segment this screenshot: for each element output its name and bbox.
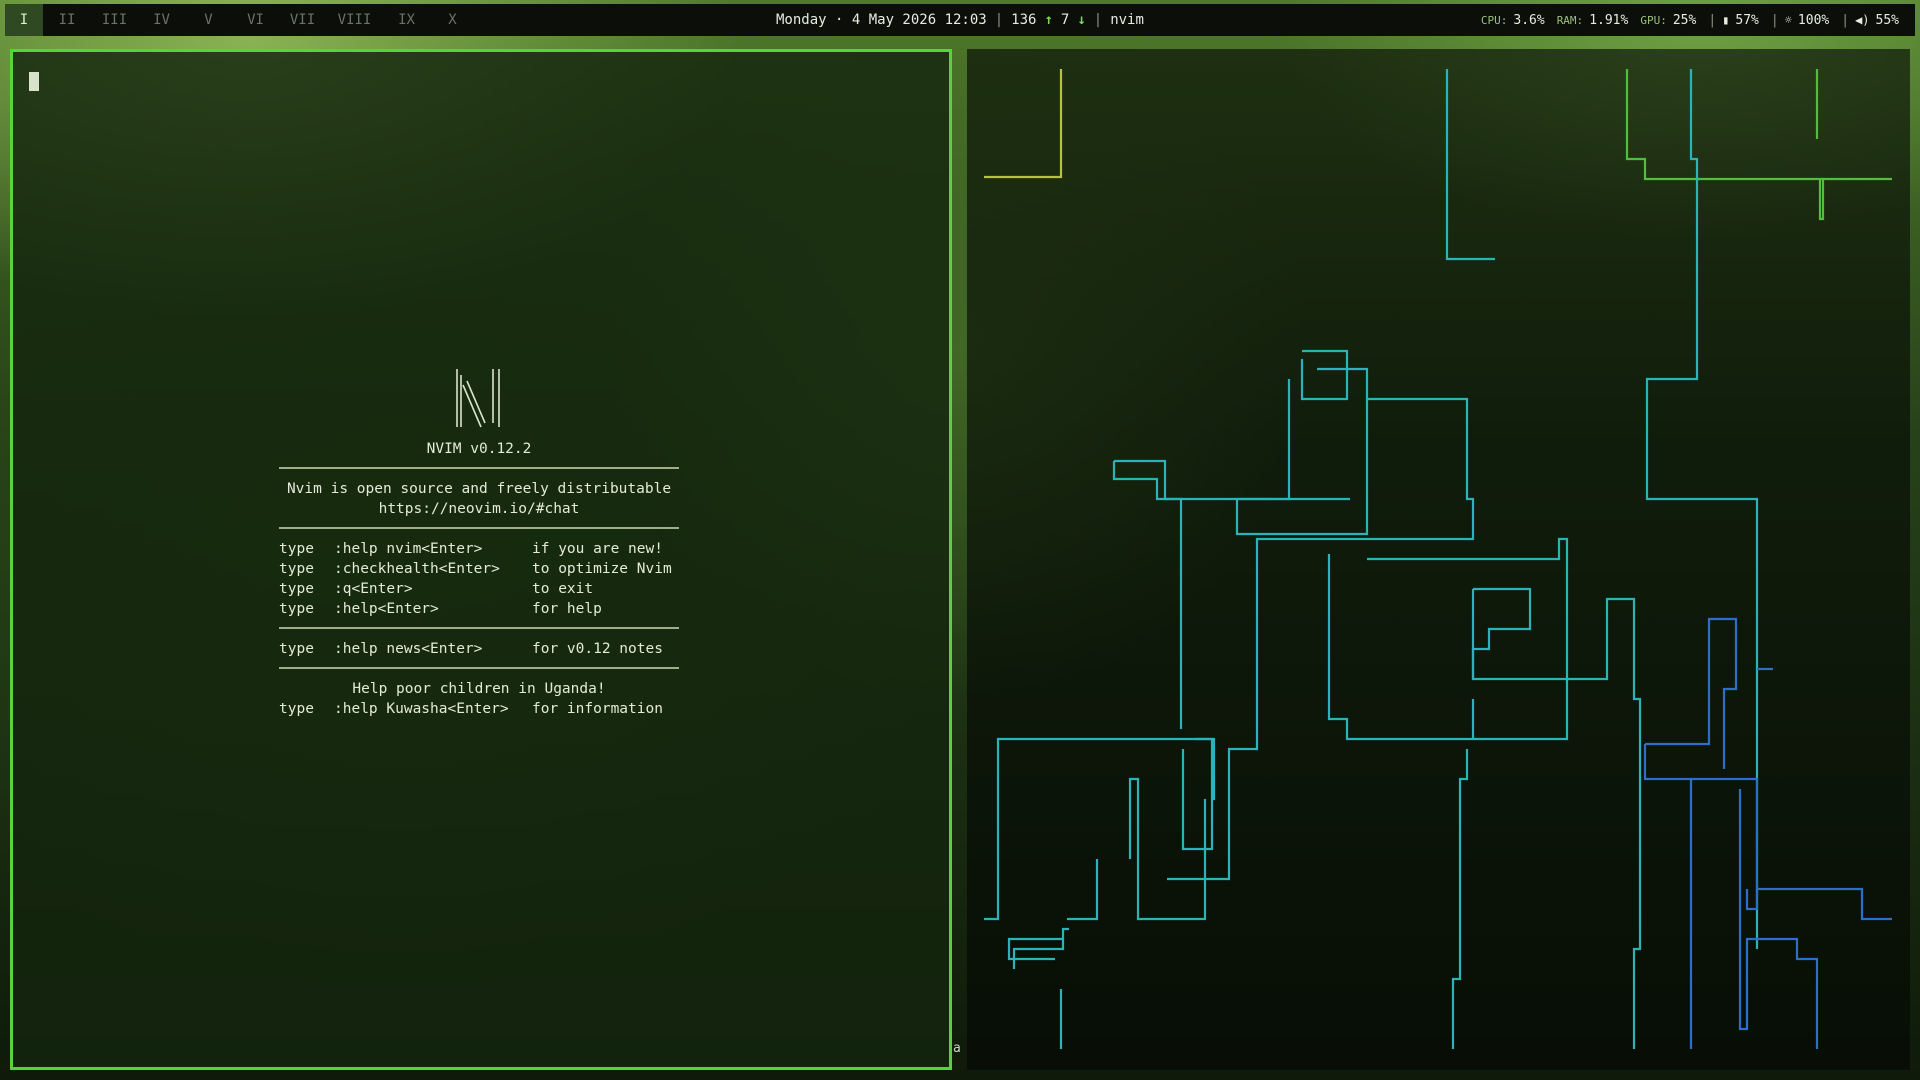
command-type: type (279, 601, 314, 617)
volume-value: 55% (1875, 12, 1899, 28)
pipe-blue (1738, 789, 1819, 1049)
system-stats: CPU: 3.6% RAM: 1.91% GPU: 25% | ▮ 57% | … (1481, 4, 1905, 36)
pipe-teal (1112, 461, 1350, 501)
battery-icon: ▮ (1722, 13, 1730, 27)
nvim-window[interactable]: NVIM v0.12.2 Nvim is open source and fre… (10, 49, 952, 1070)
uganda-notice: Help poor children in Uganda! (352, 681, 606, 697)
command-row: type :q<Enter> to exit (279, 579, 679, 599)
pipe-yellow (984, 69, 1063, 179)
divider (279, 527, 679, 529)
nvim-version: NVIM v0.12.2 (426, 441, 532, 457)
volume-icon: ◀) (1855, 13, 1870, 27)
workspace-10[interactable]: X (430, 4, 475, 36)
window-title: nvim (1110, 12, 1144, 28)
ram-value: 1.91% (1589, 12, 1629, 28)
command-row: type :checkhealth<Enter> to optimize Nvi… (279, 559, 679, 579)
neovim-logo-icon (456, 369, 500, 428)
command-type: type (279, 581, 314, 597)
workspace-9[interactable]: IX (383, 4, 430, 36)
command-row: type :help nvim<Enter> if you are new! (279, 539, 679, 559)
clock-group: Monday · 4 May 2026 12:03 | 136 ↑ 7 ↓ | … (776, 4, 1144, 36)
pipe-teal (1067, 859, 1099, 921)
command-desc: to optimize Nvim (532, 561, 672, 577)
divider (279, 627, 679, 629)
net-up-value: 136 (1011, 12, 1037, 28)
pipe-teal (1327, 537, 1569, 741)
workspace-7[interactable]: VII (279, 4, 326, 36)
command-type: type (279, 541, 314, 557)
command-text: :checkhealth<Enter> (334, 561, 500, 577)
command-desc: to exit (532, 581, 594, 597)
pipe-teal (1114, 459, 1183, 729)
command-text: :help nvim<Enter> (334, 541, 483, 557)
workspace-6[interactable]: VI (232, 4, 279, 36)
ram-label: RAM: (1556, 13, 1584, 27)
command-text: :help<Enter> (334, 601, 439, 617)
arrow-down-icon: ↓ (1077, 12, 1086, 28)
pipe-teal (1445, 69, 1495, 261)
pipe-teal (1471, 587, 1567, 681)
nvim-intro: NVIM v0.12.2 Nvim is open source and fre… (279, 367, 679, 719)
command-text: :help Kuwasha<Enter> (334, 701, 509, 717)
workspace-1[interactable]: I (5, 4, 43, 36)
separator: | (1093, 12, 1103, 28)
command-desc: for information (532, 701, 663, 717)
cpu-label: CPU: (1480, 13, 1508, 27)
workspace-3[interactable]: III (91, 4, 138, 36)
separator: | (1841, 12, 1850, 28)
command-row: type :help<Enter> for help (279, 599, 679, 619)
gpu-label: GPU: (1640, 13, 1667, 27)
cpu-value: 3.6% (1513, 12, 1545, 28)
brightness-icon: ☼ (1784, 13, 1792, 27)
command-desc: if you are new! (532, 541, 663, 557)
separator: | (994, 12, 1004, 28)
pipe-blue (1645, 617, 1738, 769)
divider (279, 467, 679, 469)
clock: Monday · 4 May 2026 12:03 (776, 12, 987, 28)
gpu-value: 25% (1672, 12, 1697, 28)
command-desc: for v0.12 notes (532, 641, 663, 657)
pipe-teal (1061, 927, 1069, 939)
command-type: type (279, 561, 314, 577)
text-cursor (29, 72, 39, 91)
command-type: type (279, 701, 314, 717)
command-desc: for help (532, 601, 602, 617)
arrow-up-icon: ↑ (1044, 12, 1053, 28)
brightness-value: 100% (1797, 12, 1830, 28)
pipe-teal (1567, 597, 1642, 1049)
command-text: :q<Enter> (334, 581, 413, 597)
pipe-teal (1007, 937, 1065, 969)
workspace-8[interactable]: VIII (326, 4, 383, 36)
workspace-4[interactable]: IV (138, 4, 185, 36)
status-bar: I II III IV V VI VII VIII IX X Monday · … (5, 4, 1915, 36)
workspace-5[interactable]: V (185, 4, 232, 36)
battery-value: 57% (1735, 12, 1759, 28)
pipe-teal (1451, 749, 1469, 1049)
workspace-2[interactable]: II (43, 4, 91, 36)
pipe-teal (1300, 349, 1349, 401)
pipes-terminal-window[interactable] (967, 49, 1910, 1070)
pipe-blue (1757, 887, 1892, 921)
pipes-animation (984, 69, 1892, 1049)
nvim-url: https://neovim.io/#chat (378, 501, 580, 517)
command-row: type :help Kuwasha<Enter> for informatio… (279, 699, 679, 719)
nvim-about: Nvim is open source and freely distribut… (286, 481, 672, 497)
separator: | (1770, 12, 1779, 28)
pipe-green (1625, 69, 1823, 181)
separator: | (1708, 12, 1717, 28)
pipe-green (1818, 177, 1892, 221)
mode-indicator: a (953, 1041, 961, 1056)
net-down-value: 7 (1060, 12, 1070, 28)
command-type: type (279, 641, 314, 657)
command-text: :help news<Enter> (334, 641, 483, 657)
command-row: type :help news<Enter> for v0.12 notes (279, 639, 679, 659)
divider (279, 667, 679, 669)
